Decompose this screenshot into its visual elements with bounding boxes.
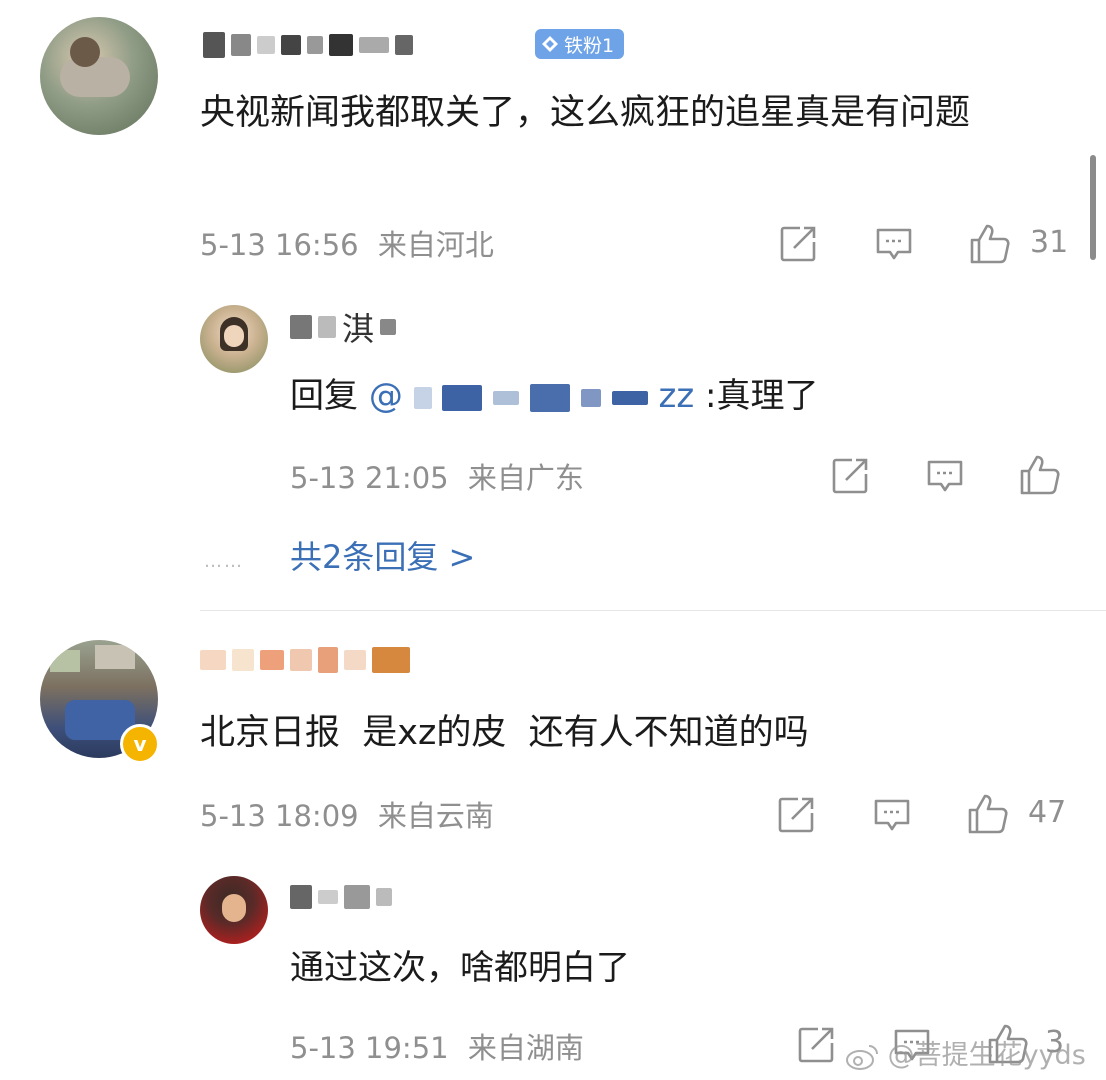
verified-icon: v (120, 724, 160, 764)
watermark: @菩提生花yyds (845, 1033, 1086, 1072)
scrollbar[interactable] (1090, 155, 1096, 260)
like-icon[interactable] (1018, 453, 1062, 497)
like-count: 31 (1030, 225, 1069, 260)
mention-at: @ (368, 376, 403, 416)
more-replies-link[interactable]: 共2条回复 > (290, 532, 475, 578)
comment-location: 来自河北 (377, 228, 494, 262)
reply-meta: 5-13 19:51 来自湖南 (290, 1025, 584, 1067)
repost-icon[interactable] (778, 224, 818, 264)
username-blurred[interactable] (203, 30, 413, 60)
comment-icon[interactable] (872, 795, 912, 835)
reply-meta: 5-13 21:05 来自广东 (290, 455, 584, 497)
mention-suffix: zz (658, 376, 695, 416)
repost-icon[interactable] (830, 456, 870, 496)
reply-text: 通过这次，啥都明白了 (290, 948, 630, 988)
reply-content: :真理了 (705, 376, 819, 416)
reply-username[interactable]: 淇 (290, 310, 397, 348)
comment-icon[interactable] (925, 456, 965, 496)
reply-username-visible: 淇 (342, 310, 375, 348)
reply-location: 来自广东 (467, 461, 584, 495)
reply-avatar[interactable] (200, 876, 268, 944)
reply-location: 来自湖南 (467, 1031, 584, 1065)
watermark-text: @菩提生花yyds (887, 1040, 1086, 1071)
reply-prefix: 回复 (290, 376, 358, 416)
comment-meta: 5-13 16:56 来自河北 (200, 222, 494, 264)
like-icon[interactable] (968, 222, 1012, 266)
weibo-logo-icon (846, 1044, 878, 1070)
username-blurred[interactable] (200, 645, 410, 675)
comment-text: 北京日报 是xz的皮 还有人不知道的吗 (200, 713, 809, 753)
divider (200, 610, 1106, 611)
mention-link[interactable]: @ zz (369, 376, 705, 416)
repost-icon[interactable] (796, 1025, 836, 1065)
badge-label: 铁粉1 (564, 34, 615, 57)
comment-location: 来自云南 (377, 799, 494, 833)
diamond-icon (542, 36, 558, 52)
reply-time: 5-13 19:51 (290, 1031, 449, 1065)
comment-time: 5-13 16:56 (200, 228, 359, 262)
reply-text: 回复 @ zz :真理了 (290, 368, 818, 424)
repost-icon[interactable] (776, 795, 816, 835)
reply-username[interactable] (290, 882, 392, 912)
reply-time: 5-13 21:05 (290, 461, 449, 495)
like-count: 47 (1028, 795, 1067, 830)
like-icon[interactable] (966, 792, 1010, 836)
dots-indicator: …… (204, 551, 244, 572)
avatar[interactable] (40, 17, 158, 135)
fan-badge: 铁粉1 (535, 29, 625, 59)
comment-icon[interactable] (874, 224, 914, 264)
comment-meta: 5-13 18:09 来自云南 (200, 793, 494, 835)
comment-time: 5-13 18:09 (200, 799, 359, 833)
comment-text: 央视新闻我都取关了，这么疯狂的追星真是有问题 (200, 93, 971, 133)
reply-avatar[interactable] (200, 305, 268, 373)
